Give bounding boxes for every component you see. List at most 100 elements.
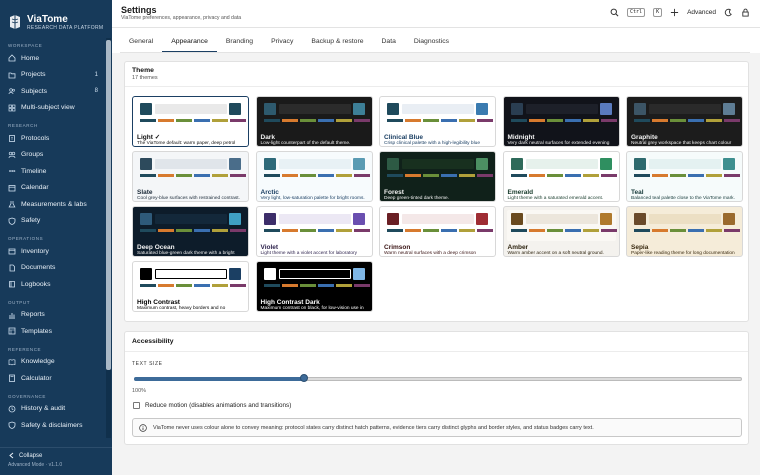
sidebar-item-inventory[interactable]: Inventory — [0, 243, 112, 260]
tab-data[interactable]: Data — [373, 36, 405, 52]
preview-palette — [387, 229, 495, 232]
palette-stripe — [564, 229, 581, 232]
book-open-icon — [8, 359, 16, 366]
tab-diagnostics[interactable]: Diagnostics — [405, 36, 458, 52]
theme-toggle-icon[interactable] — [724, 8, 733, 17]
theme-tile-light[interactable]: Light ✓ The ViaTome default: warm paper, … — [132, 96, 249, 147]
sidebar-item-groups[interactable]: Groups — [0, 147, 112, 164]
theme-description: Low-light counterpart of the default the… — [260, 141, 351, 146]
sidebar-item-label: Measurements & labs — [21, 200, 87, 208]
palette-stripe — [212, 119, 228, 122]
sidebar-item-history-audit[interactable]: History & audit — [0, 401, 112, 418]
tab-branding[interactable]: Branding — [217, 36, 262, 52]
text-size-slider-fill — [134, 377, 305, 381]
search-icon[interactable] — [610, 8, 619, 17]
info-icon — [139, 424, 147, 432]
sidebar-item-label: Reports — [21, 311, 45, 319]
palette-stripe — [248, 284, 249, 287]
palette-stripe — [140, 284, 156, 287]
reduce-motion-checkbox[interactable] — [133, 402, 140, 409]
sidebar-item-safety-disclaimers[interactable]: Safety & disclaimers — [0, 417, 112, 434]
theme-tile-teal[interactable]: Teal Balanced teal palette close to the V… — [626, 151, 743, 202]
sidebar-item-knowledge[interactable]: Knowledge — [0, 354, 112, 371]
palette-stripe — [158, 229, 174, 232]
sidebar-item-label: Calendar — [21, 184, 49, 192]
theme-tile-arctic[interactable]: Arctic Very light, low-saturation palette… — [255, 151, 373, 202]
palette-stripe — [459, 229, 475, 232]
theme-tile-graphite[interactable]: Graphite Neutral grey workspace that keep… — [626, 96, 743, 147]
preview-bar — [155, 159, 227, 169]
theme-description: Warm amber accent on a soft neutral grou… — [507, 251, 604, 256]
palette-stripe — [335, 119, 352, 122]
palette-stripe — [353, 229, 370, 232]
nav-section-output: OUTPUT — [8, 299, 31, 305]
tab-appearance[interactable]: Appearance — [162, 36, 217, 52]
palette-stripe — [263, 229, 280, 232]
sidebar-item-calendar[interactable]: Calendar — [0, 180, 112, 197]
theme-description: Maximum contrast on black, for low-visio… — [260, 306, 364, 311]
sidebar-item-timeline[interactable]: Timeline — [0, 163, 112, 180]
theme-description: Light theme with a saturated emerald acc… — [507, 196, 604, 201]
palette-stripe — [335, 229, 352, 232]
sidebar-item-protocols[interactable]: Protocols — [0, 130, 112, 147]
preview-swatch — [510, 213, 523, 225]
palette-stripe — [634, 174, 650, 177]
preview-bar — [278, 214, 351, 224]
palette-stripe — [546, 229, 563, 232]
sparkle-icon[interactable] — [670, 8, 679, 17]
theme-tile-deep-ocean[interactable]: Deep Ocean Saturated blue-green dark them… — [132, 206, 249, 257]
preview-accent — [229, 158, 241, 170]
tab-privacy[interactable]: Privacy — [262, 36, 302, 52]
preview-bar — [649, 104, 721, 114]
mode-toggle-button[interactable]: Advanced — [687, 9, 716, 16]
tab-general[interactable]: General — [120, 36, 162, 52]
palette-stripe — [317, 174, 334, 177]
sidebar-item-measurements-labs[interactable]: Measurements & labs — [0, 196, 112, 213]
sidebar-item-documents[interactable]: Documents — [0, 260, 112, 277]
theme-preview — [136, 265, 246, 296]
preview-accent — [352, 213, 365, 225]
sidebar-item-safety[interactable]: Safety — [0, 213, 112, 230]
palette-stripe — [546, 119, 563, 122]
theme-tile-high-contrast-dark[interactable]: High Contrast Dark Maximum contrast on bl… — [255, 261, 373, 312]
preview-bar — [155, 269, 227, 279]
theme-tile-midnight[interactable]: Midnight Very dark neutral surfaces for e… — [502, 96, 620, 147]
theme-tile-emerald[interactable]: Emerald Light theme with a saturated emer… — [502, 151, 620, 202]
palette-stripe — [263, 284, 280, 287]
brand[interactable]: ViaTome RESEARCH DATA PLATFORM — [0, 0, 112, 36]
group-icon — [8, 151, 16, 158]
sidebar-item-calculator[interactable]: Calculator — [0, 370, 112, 387]
theme-tile-violet[interactable]: Violet Light theme with a violet accent f… — [255, 206, 373, 257]
sidebar-item-multi-subject-view[interactable]: Multi-subject view — [0, 100, 112, 117]
preview-accent — [723, 213, 735, 225]
palette-stripe — [423, 119, 439, 122]
sidebar-item-reports[interactable]: Reports — [0, 307, 112, 324]
reduce-motion-label[interactable]: Reduce motion (disables animations and t… — [145, 402, 291, 409]
theme-tile-high-contrast[interactable]: High Contrast Maximum contrast, heavy bor… — [132, 261, 249, 312]
preview-swatch — [634, 158, 646, 170]
sidebar-item-subjects[interactable]: Subjects 8 — [0, 83, 112, 100]
preview-swatch — [263, 103, 276, 115]
collapse-button[interactable]: Collapse — [0, 448, 112, 459]
lock-icon[interactable] — [741, 8, 750, 17]
palette-stripe — [441, 174, 457, 177]
theme-tile-slate[interactable]: Slate Cool grey-blue surfaces with restra… — [132, 151, 249, 202]
tab-backup-restore[interactable]: Backup & restore — [302, 36, 372, 52]
sidebar-item-templates[interactable]: Templates — [0, 323, 112, 340]
theme-preview — [506, 155, 617, 186]
theme-tile-dark[interactable]: Dark Low-light counterpart of the default… — [255, 96, 373, 147]
theme-tile-clinical-blue[interactable]: Clinical Blue Crisp clinical palette with… — [379, 96, 496, 147]
theme-tile-forest[interactable]: Forest Deep green-tinted dark theme. — [379, 151, 496, 202]
sidebar-item-logbooks[interactable]: Logbooks — [0, 276, 112, 293]
palette-stripe — [477, 119, 493, 122]
theme-tile-sepia[interactable]: Sepia Paper-like reading theme for long d… — [626, 206, 743, 257]
theme-tile-amber[interactable]: Amber Warm amber accent on a soft neutral… — [502, 206, 620, 257]
sidebar-item-label: Calculator — [21, 374, 52, 382]
theme-description: Saturated blue-green dark theme with a b… — [137, 251, 235, 256]
theme-tile-crimson[interactable]: Crimson Warm neutral surfaces with a deep… — [379, 206, 496, 257]
theme-description: Balanced teal palette close to the ViaTo… — [631, 196, 735, 201]
sidebar-item-projects[interactable]: Projects 1 — [0, 67, 112, 84]
theme-name: Clinical Blue — [384, 134, 424, 141]
sidebar-scrollbar-thumb[interactable] — [106, 40, 111, 370]
sidebar-item-home[interactable]: Home — [0, 50, 112, 67]
